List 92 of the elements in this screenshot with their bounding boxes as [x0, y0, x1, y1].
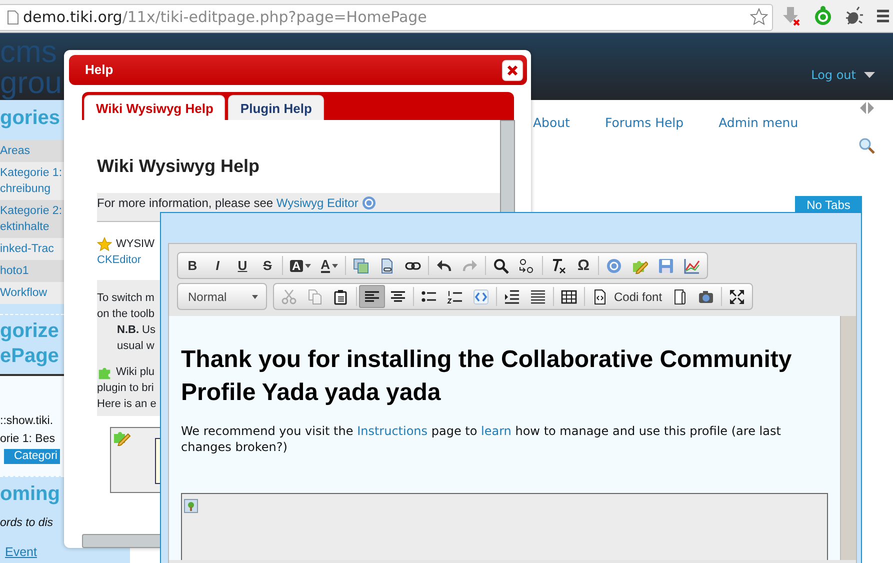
- bold-button[interactable]: B: [180, 254, 205, 277]
- extension-icon[interactable]: [813, 6, 833, 26]
- sidebar-heading: oming: [0, 482, 60, 507]
- source-icon: [473, 288, 489, 304]
- table-icon: [561, 288, 577, 304]
- category-link[interactable]: Kategorie 2:: [0, 203, 62, 219]
- help-link[interactable]: CKEditor: [97, 252, 142, 268]
- strikethrough-button[interactable]: S: [255, 254, 280, 277]
- sidebar-text: orie 1: Bes: [0, 432, 55, 447]
- scrollbar[interactable]: [840, 316, 856, 560]
- help-text: N.B. Us: [117, 323, 156, 338]
- sidebar-heading: gories: [0, 106, 60, 131]
- sidebar-text: ::show.tiki.: [0, 414, 54, 429]
- save-icon: [658, 258, 674, 274]
- camera-icon: [698, 288, 714, 304]
- redo-icon: [462, 258, 478, 274]
- text-color-button[interactable]: A: [316, 254, 344, 277]
- indent-icon: [504, 288, 520, 304]
- italic-button[interactable]: I: [205, 254, 230, 277]
- page-heading: Thank you for installing the Collaborative Community Profile Yada yada yada: [181, 345, 793, 408]
- copy-icon: [307, 288, 323, 304]
- close-icon: [507, 64, 518, 76]
- download-icon[interactable]: [781, 6, 801, 26]
- file-link-icon: [379, 258, 396, 274]
- cut-icon: [281, 288, 297, 304]
- wysiwyg-editor-link[interactable]: Wysiwyg Editor: [276, 196, 358, 210]
- code-font-icon: [592, 288, 608, 304]
- bug-icon[interactable]: [844, 6, 864, 26]
- replace-icon: [519, 258, 536, 274]
- help-text: usual w: [117, 339, 154, 354]
- dialog-title: Help: [85, 61, 114, 80]
- category-link[interactable]: chreibung: [0, 181, 51, 197]
- caret-icon: [304, 264, 311, 268]
- horizontal-rule-icon: [530, 288, 546, 304]
- image-icon: [184, 498, 198, 513]
- caret-icon: [252, 294, 258, 298]
- special-character-button[interactable]: Ω: [571, 254, 596, 277]
- caret-icon: [332, 264, 338, 268]
- arrows-icon[interactable]: [860, 102, 874, 114]
- sidebar-heading: gorize: [0, 319, 59, 344]
- help-text: To switch m: [97, 291, 154, 306]
- numbered-list-icon: [447, 288, 463, 304]
- help-icon[interactable]: [362, 196, 376, 210]
- code-font-button[interactable]: Codi font: [587, 285, 668, 308]
- align-left-icon: [364, 288, 380, 304]
- page-icon: [7, 10, 19, 24]
- page-icon: [672, 288, 688, 304]
- sidebar-text: ords to dis: [0, 516, 54, 531]
- tab[interactable]: Plugin Help: [228, 94, 324, 120]
- search-icon[interactable]: [859, 138, 875, 154]
- underline-button[interactable]: U: [230, 254, 255, 277]
- close-button[interactable]: [502, 60, 523, 80]
- image-icon: [353, 258, 370, 274]
- paste-icon: [333, 288, 349, 304]
- star-icon[interactable]: [750, 8, 768, 26]
- tab[interactable]: Wiki Wysiwyg Help: [84, 94, 226, 120]
- help-icon: [606, 258, 622, 274]
- plugin-edit-icon[interactable]: [113, 430, 131, 446]
- background-color-button[interactable]: A: [285, 254, 316, 277]
- caret-icon: [864, 72, 875, 78]
- category-link[interactable]: ektinhalte: [0, 219, 50, 235]
- categorize-button[interactable]: Categori: [4, 449, 60, 464]
- format-dropdown[interactable]: Normal: [177, 283, 267, 310]
- find-icon: [493, 258, 510, 274]
- help-text: WYSIW: [116, 237, 154, 252]
- nav-link[interactable]: About: [533, 114, 570, 133]
- align-left-button[interactable]: [359, 285, 385, 308]
- text-link[interactable]: learn: [481, 424, 512, 438]
- star-icon: [97, 236, 112, 252]
- logout-menu[interactable]: Log out: [811, 66, 875, 84]
- help-heading: Wiki Wysiwyg Help: [97, 155, 261, 178]
- category-link[interactable]: Kategorie 1:: [0, 165, 62, 181]
- help-text: plugin to bri: [97, 381, 154, 396]
- intro-paragraph: We recommend you visit the Instructions page to learn how to manage and use this profile (are last changes broken?): [181, 423, 782, 455]
- logo-text: grou: [0, 67, 62, 98]
- chart-icon: [684, 258, 700, 274]
- help-text: Wiki plu: [116, 365, 155, 380]
- remove-format-icon: [550, 258, 566, 274]
- nav-link[interactable]: Forums Help: [604, 114, 684, 133]
- undo-icon: [436, 258, 452, 274]
- menu-icon[interactable]: [877, 8, 889, 24]
- help-text: on the toolb: [97, 307, 154, 322]
- help-text: Here is an e: [97, 397, 156, 412]
- text-link[interactable]: Instructions: [357, 424, 428, 438]
- info-text: For more information, please see Wysiwyg Editor: [97, 195, 358, 211]
- event-link[interactable]: Event: [5, 544, 37, 560]
- align-center-icon: [390, 288, 406, 304]
- maximize-icon: [729, 288, 746, 304]
- nav-link[interactable]: Admin menu: [718, 114, 798, 133]
- bulleted-list-icon: [421, 288, 437, 304]
- sidebar-heading: ePage: [0, 344, 59, 369]
- no-tabs-button[interactable]: No Tabs: [795, 196, 862, 213]
